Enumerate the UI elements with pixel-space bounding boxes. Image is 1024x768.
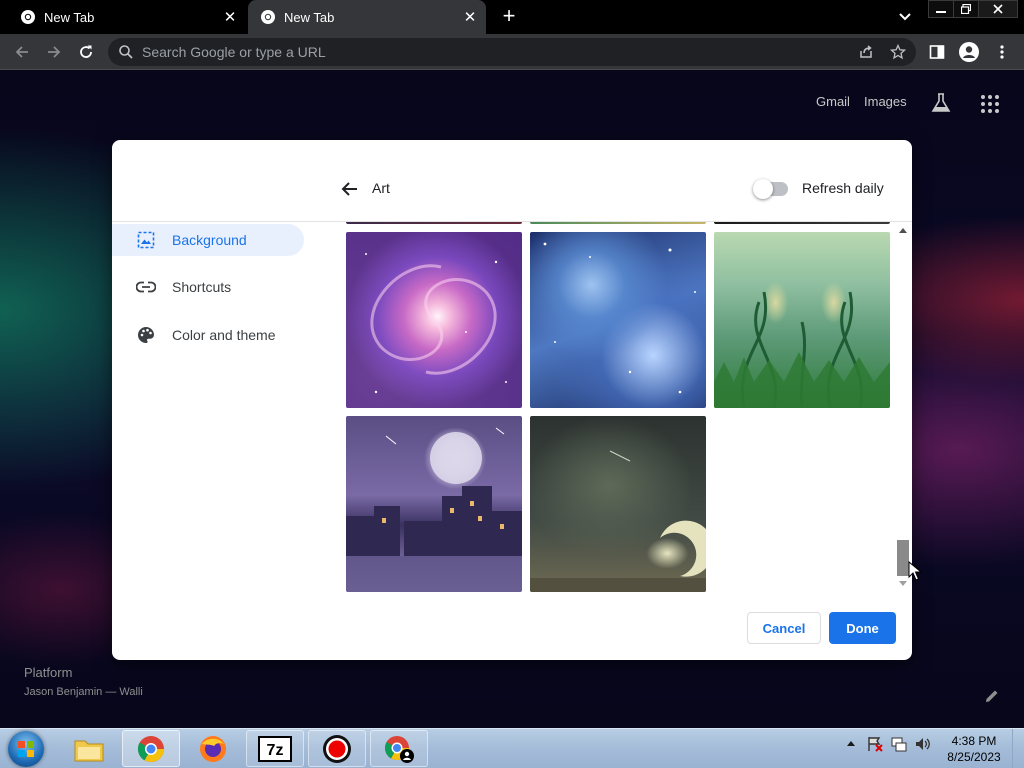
background-thumbnail-galaxy[interactable] — [346, 232, 522, 408]
menu-button[interactable] — [991, 41, 1013, 63]
background-thumbnail-plants[interactable] — [714, 232, 890, 408]
galaxy-art — [365, 253, 507, 394]
side-panel-button[interactable] — [926, 41, 948, 63]
background-credit-author[interactable]: Jason Benjamin — Walli — [24, 686, 143, 698]
sidebar-item-shortcuts[interactable]: Shortcuts — [112, 271, 304, 303]
folder-icon — [74, 740, 104, 761]
background-credit-title[interactable]: Platform — [24, 665, 72, 680]
moon-art — [530, 450, 706, 592]
tab-new-tab-2[interactable]: New Tab ✕ — [248, 0, 486, 34]
arrow-right-icon — [48, 46, 61, 58]
done-button[interactable]: Done — [829, 612, 896, 644]
clock-date: 8/25/2023 — [947, 750, 1001, 764]
browser-toolbar — [0, 34, 1024, 70]
customize-chrome-dialog: Art Refresh daily Background Shortcuts C… — [112, 140, 912, 660]
search-icon — [119, 45, 133, 59]
background-thumbnail-city[interactable] — [346, 416, 522, 592]
start-button[interactable] — [8, 731, 44, 767]
background-grid — [346, 222, 902, 594]
sidebar-item-color-and-theme[interactable]: Color and theme — [112, 319, 304, 351]
clock-time: 4:38 PM — [951, 734, 997, 748]
tab-strip: New Tab ✕ New Tab ✕ + — [0, 0, 1024, 34]
new-tab-button[interactable]: + — [496, 5, 522, 29]
firefox-icon — [200, 735, 226, 762]
labs-flask-icon[interactable] — [930, 92, 952, 114]
back-arrow-icon[interactable] — [340, 180, 360, 198]
taskbar-firefox[interactable] — [184, 730, 242, 767]
mouse-cursor-icon — [908, 561, 922, 581]
svg-text:7z: 7z — [267, 742, 284, 759]
volume-icon[interactable] — [914, 735, 932, 753]
taskbar-clock[interactable]: 4:38 PM 8/25/2023 — [940, 733, 1008, 765]
action-center-flag-icon[interactable] — [866, 735, 884, 753]
refresh-daily-label: Refresh daily — [802, 180, 884, 196]
nebula-art — [543, 242, 696, 394]
profile-icon — [959, 42, 979, 62]
sidebar-item-label: Background — [172, 232, 247, 248]
forward-button[interactable] — [43, 41, 65, 63]
minimize-button[interactable] — [928, 0, 954, 18]
chrome-profile-icon — [384, 735, 414, 763]
record-icon — [323, 734, 351, 763]
toggle-knob — [753, 179, 773, 199]
show-hidden-icons-icon[interactable] — [842, 735, 860, 753]
background-thumbnail-moon[interactable] — [530, 416, 706, 592]
background-thumbnail[interactable] — [530, 222, 706, 224]
palette-icon — [136, 325, 156, 345]
tab-title: New Tab — [44, 9, 95, 25]
pencil-icon[interactable] — [984, 688, 1000, 704]
link-icon — [136, 277, 156, 297]
kebab-menu-icon — [1000, 45, 1004, 59]
image-icon — [136, 230, 156, 250]
background-thumbnail[interactable] — [346, 222, 522, 224]
chrome-icon — [137, 735, 165, 762]
omnibox-input[interactable] — [142, 44, 782, 60]
7zip-icon: 7z — [258, 735, 292, 762]
back-button[interactable] — [11, 41, 33, 63]
taskbar-chrome[interactable] — [122, 730, 180, 767]
bookmark-star-icon[interactable] — [890, 44, 906, 60]
sidebar-item-background[interactable]: Background — [112, 224, 304, 256]
background-thumbnail-nebula[interactable] — [530, 232, 706, 408]
city-art — [346, 427, 522, 592]
taskbar-recorder[interactable] — [308, 730, 366, 767]
gmail-link[interactable]: Gmail — [816, 94, 850, 109]
background-thumbnail[interactable] — [714, 222, 890, 224]
taskbar-file-explorer[interactable] — [60, 730, 118, 767]
taskbar-chrome-profile[interactable] — [370, 730, 428, 767]
reload-button[interactable] — [75, 41, 97, 63]
network-icon[interactable] — [890, 735, 908, 753]
profile-button[interactable] — [958, 41, 980, 63]
images-link[interactable]: Images — [864, 94, 907, 109]
restore-button[interactable] — [953, 0, 979, 18]
scroll-down-arrow-icon[interactable] — [898, 580, 908, 588]
chrome-icon — [21, 10, 35, 24]
plants-art — [714, 291, 890, 408]
close-icon[interactable]: ✕ — [220, 7, 240, 27]
chrome-icon — [261, 10, 275, 24]
chevron-down-icon[interactable] — [894, 7, 916, 27]
apps-grid-icon[interactable] — [980, 94, 1000, 114]
side-panel-icon — [929, 45, 945, 59]
sidebar-item-label: Shortcuts — [172, 279, 232, 295]
show-desktop-button[interactable] — [1012, 729, 1024, 768]
scroll-up-arrow-icon[interactable] — [898, 226, 908, 234]
reload-icon — [80, 45, 92, 58]
dialog-title: Art — [372, 180, 390, 196]
refresh-daily-toggle[interactable] — [753, 179, 788, 199]
sidebar-item-label: Color and theme — [172, 327, 276, 343]
share-icon[interactable] — [858, 44, 874, 60]
windows-logo-icon — [18, 741, 34, 757]
windows-taskbar: 7z 4:38 PM 8/25/2023 — [0, 728, 1024, 768]
close-icon[interactable]: ✕ — [460, 7, 480, 27]
tab-new-tab-1[interactable]: New Tab ✕ — [8, 0, 246, 34]
cancel-button[interactable]: Cancel — [747, 612, 821, 644]
omnibox[interactable] — [108, 38, 916, 66]
taskbar-7zip[interactable]: 7z — [246, 730, 304, 767]
tab-title: New Tab — [284, 9, 335, 25]
arrow-left-icon — [15, 46, 28, 58]
window-close-button[interactable] — [978, 0, 1018, 18]
